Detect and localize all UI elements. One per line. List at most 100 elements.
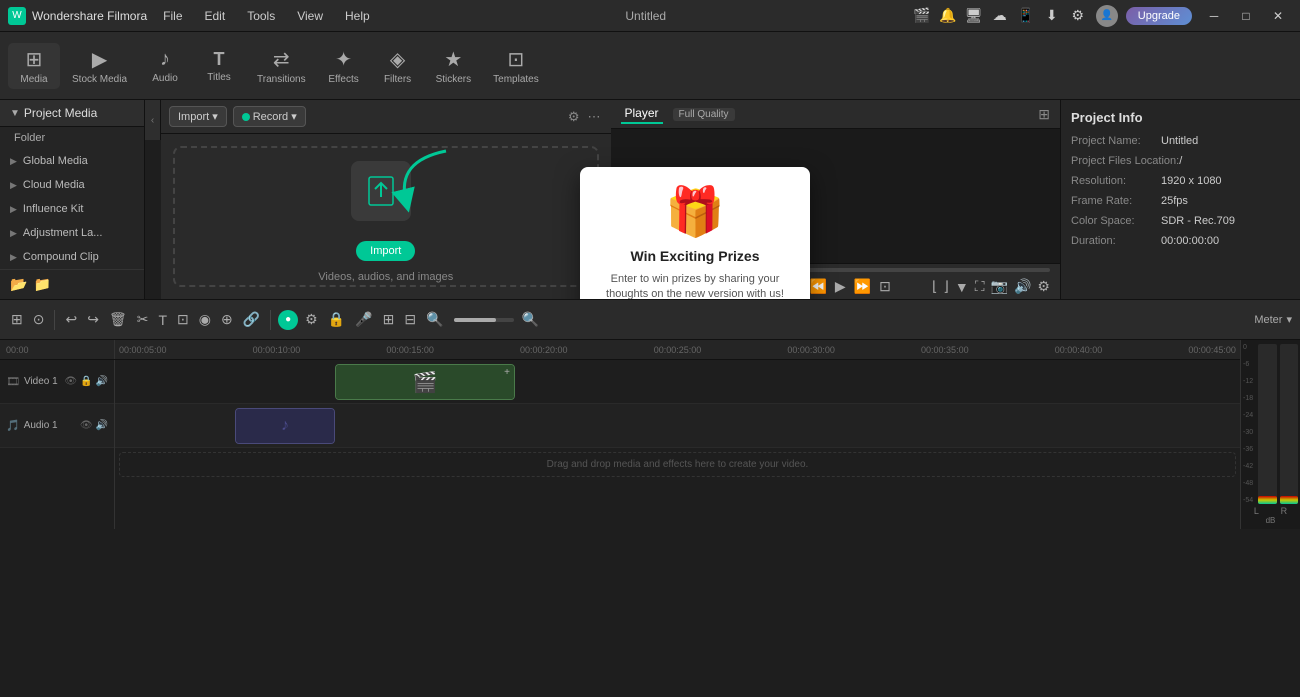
track-visibility-icon[interactable]: 👁	[64, 376, 77, 387]
menu-help[interactable]: Help	[335, 7, 380, 25]
close-button[interactable]: ✕	[1264, 6, 1292, 26]
info-files-value: /	[1179, 155, 1182, 167]
tool-templates-label: Templates	[493, 74, 539, 85]
panel-adjustment-layer[interactable]: ▶ Adjustment La...	[0, 221, 144, 245]
track-labels: 🎞 Video 1 👁 🔒 🔊 🎵 Audio 1 👁	[0, 360, 115, 529]
text-button[interactable]: T	[155, 309, 170, 331]
maximize-button[interactable]: □	[1232, 6, 1260, 26]
tool-transitions[interactable]: ⇄ Transitions	[247, 43, 316, 89]
step-forward-button[interactable]: ⏩	[854, 278, 871, 295]
tool-stickers[interactable]: ★ Stickers	[426, 43, 482, 89]
lock-icon[interactable]: 🔒	[325, 308, 348, 331]
cloud-icon[interactable]: ☁	[990, 6, 1010, 26]
mark-2: 00:00:15:00	[386, 345, 434, 355]
more-icon[interactable]: ⋯	[586, 107, 603, 127]
panel-folder-item[interactable]: Folder	[0, 127, 144, 149]
panel-global-media[interactable]: ▶ Global Media	[0, 149, 144, 173]
tool-effects[interactable]: ✦ Effects	[318, 43, 370, 89]
folder-open-icon[interactable]: 📂	[10, 276, 27, 293]
panel-compound-clip[interactable]: ▶ Compound Clip	[0, 245, 144, 269]
download-icon[interactable]: ⬇	[1042, 6, 1062, 26]
video-clip[interactable]: 🎬 +	[335, 364, 515, 400]
zoom-in-icon[interactable]: 🔍	[518, 308, 541, 331]
minimize-button[interactable]: ─	[1200, 6, 1228, 26]
cut-button[interactable]: ✂	[134, 308, 152, 331]
settings-button[interactable]: ⚙	[1037, 278, 1050, 295]
redo-button[interactable]: ↪	[84, 308, 102, 331]
tool-templates[interactable]: ⊡ Templates	[483, 43, 549, 89]
content-area: ▼ Project Media Folder ▶ Global Media ▶ …	[0, 100, 1300, 299]
track-vol-icon[interactable]: 🔊	[96, 376, 108, 387]
panel-influence-kit[interactable]: ▶ Influence Kit	[0, 197, 144, 221]
phone-icon[interactable]: 📱	[1016, 6, 1036, 26]
tool-stock-media[interactable]: ▶ Stock Media	[62, 43, 137, 89]
track-icons-right: 👁 🔒 🔊	[64, 376, 108, 387]
track-lock-icon[interactable]: 🔒	[80, 376, 92, 387]
menu-file[interactable]: File	[153, 7, 192, 25]
snap-button[interactable]: ●	[278, 310, 298, 330]
mark-out-button[interactable]: ⌋	[943, 278, 948, 295]
folder-label: Folder	[14, 132, 45, 144]
import-label: Import	[178, 111, 209, 123]
player-settings-icon[interactable]: ⊞	[1038, 106, 1050, 123]
audio-clip[interactable]: ♪	[235, 408, 335, 444]
panel-collapse-arrow[interactable]: ▼	[10, 108, 20, 119]
link-button[interactable]: 🔗	[240, 308, 263, 331]
delete-button[interactable]: 🗑	[106, 308, 130, 331]
meter-toggle[interactable]: ▾	[1286, 313, 1292, 326]
undo-button[interactable]: ↩	[62, 308, 80, 331]
menu-view[interactable]: View	[287, 7, 333, 25]
split-icon[interactable]: ⊟	[401, 308, 419, 331]
filter-icon[interactable]: ⚙	[566, 107, 582, 127]
mark-in-button[interactable]: ⌊	[932, 278, 937, 295]
panel-collapse-btn[interactable]: ‹	[145, 100, 161, 140]
snapshot-button[interactable]: 📷	[991, 278, 1008, 295]
record-label: Record	[253, 111, 288, 123]
step-back-button[interactable]: ⏪	[809, 278, 826, 295]
tab-player[interactable]: Player	[621, 104, 663, 124]
tool-media[interactable]: ⊞ Media	[8, 43, 60, 89]
settings-icon[interactable]: ⚙	[1068, 6, 1088, 26]
menu-tools[interactable]: Tools	[237, 7, 285, 25]
effect-button[interactable]: ◉	[196, 308, 214, 331]
notification-icon[interactable]: 🔔	[938, 6, 958, 26]
media-drop-zone[interactable]: Import Videos, audios, and images	[173, 146, 599, 287]
tool-audio[interactable]: ♪ Audio	[139, 44, 191, 88]
split-view-icon[interactable]: ⊞	[8, 308, 26, 331]
import-center-button[interactable]: Import	[356, 241, 415, 261]
play-button[interactable]: ▶	[835, 278, 846, 295]
add-folder-icon[interactable]: 📁	[33, 276, 50, 293]
nav-label: Adjustment La...	[23, 227, 103, 239]
mic-icon[interactable]: 🎤	[352, 308, 375, 331]
crop-tl-button[interactable]: ⊡	[174, 308, 192, 331]
tool-titles[interactable]: T Titles	[193, 45, 245, 87]
zoom-out-icon[interactable]: 🔍	[423, 308, 446, 331]
audio-vol-icon[interactable]: 🔊	[96, 420, 108, 431]
add-clip-button[interactable]: ⊕	[218, 308, 236, 331]
audio-visibility-icon[interactable]: 👁	[80, 420, 93, 431]
tool-effects-label: Effects	[328, 74, 358, 85]
titles-icon: T	[214, 49, 225, 70]
upgrade-button[interactable]: Upgrade	[1126, 7, 1192, 25]
lasso-icon[interactable]: ⊙	[30, 308, 48, 331]
volume-button[interactable]: 🔊	[1014, 278, 1031, 295]
quality-badge[interactable]: Full Quality	[673, 108, 735, 121]
record-button[interactable]: Record ▾	[233, 106, 306, 127]
zoom-slider[interactable]	[454, 318, 514, 322]
add-marker-button[interactable]: ▼	[955, 279, 969, 295]
filmora-icon[interactable]: 🎬	[912, 6, 932, 26]
tool-filters[interactable]: ◈ Filters	[372, 43, 424, 89]
settings-tl-icon[interactable]: ⚙	[302, 308, 321, 331]
audio-track-row: ♪	[115, 404, 1240, 448]
menu-edit[interactable]: Edit	[195, 7, 236, 25]
user-avatar[interactable]: 👤	[1096, 5, 1118, 27]
clip-add-btn[interactable]: +	[504, 367, 510, 378]
crop-button[interactable]: ⊡	[879, 278, 891, 295]
monitor-icon[interactable]: 🖥	[964, 6, 984, 26]
track-label-audio1: 🎵 Audio 1 👁 🔊	[0, 404, 114, 448]
fullscreen-button[interactable]: ⛶	[975, 278, 985, 295]
subtitle-icon[interactable]: ⊞	[380, 308, 398, 331]
import-button[interactable]: Import ▾	[169, 106, 227, 127]
panel-cloud-media[interactable]: ▶ Cloud Media	[0, 173, 144, 197]
meter-lr-labels: L R	[1243, 506, 1298, 516]
